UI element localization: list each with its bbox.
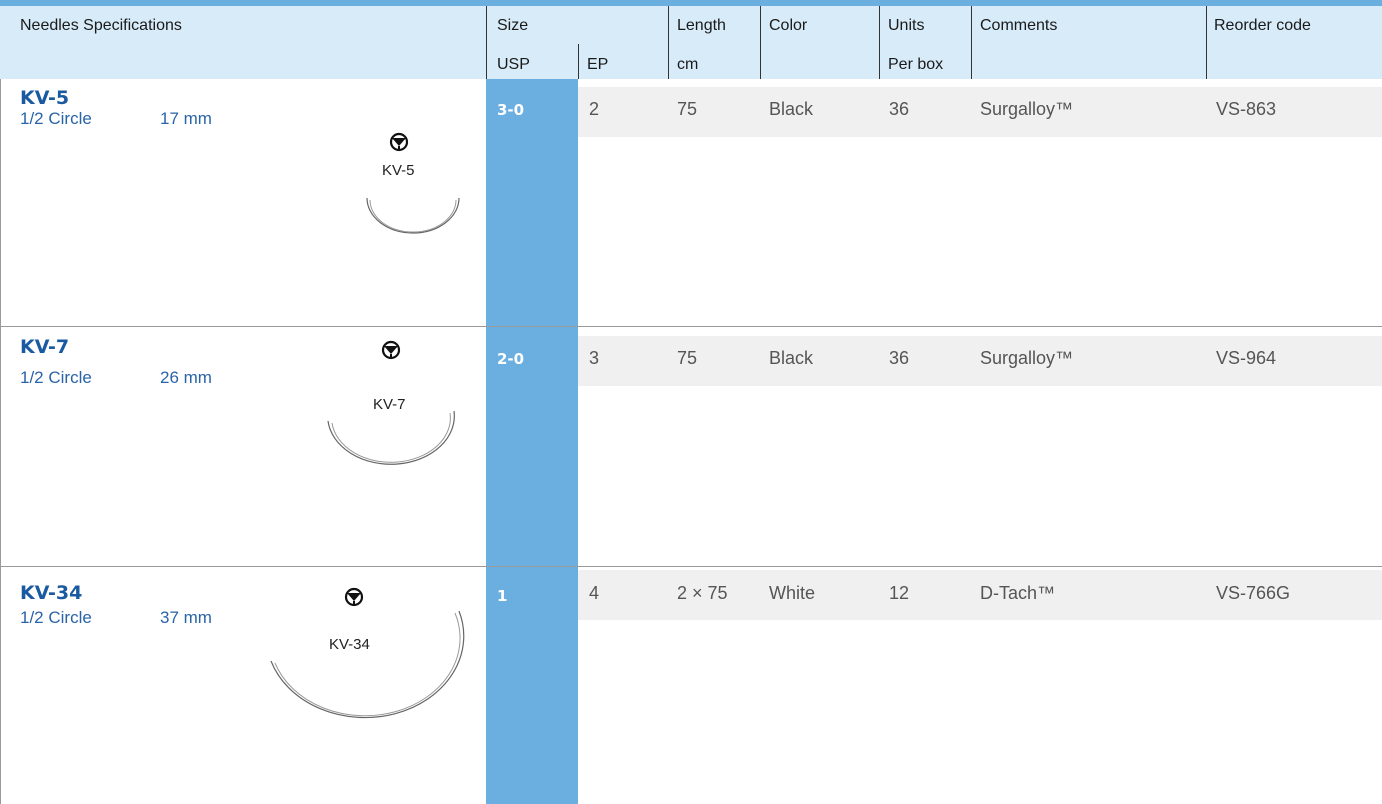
usp-value: 2-0 xyxy=(497,350,525,368)
needle-code: KV-7 xyxy=(20,336,70,358)
length-value: 75 xyxy=(677,348,698,368)
row-divider xyxy=(0,566,1382,567)
needle-illustration: KV-7 xyxy=(327,340,455,465)
needle-illustration: KV-34 xyxy=(270,587,465,719)
reorder-value: VS-863 xyxy=(1216,99,1277,119)
header-divider xyxy=(1206,6,1207,79)
header-comments: Comments xyxy=(980,17,1058,34)
header-reorder: Reorder code xyxy=(1214,17,1311,34)
header-divider xyxy=(760,6,761,79)
ep-value: 3 xyxy=(589,348,600,368)
length-value: 75 xyxy=(677,99,698,119)
needle-illustration-label: KV-7 xyxy=(373,396,406,413)
needle-code: KV-34 xyxy=(20,582,83,604)
row-divider xyxy=(0,326,1382,327)
needle-shape: 1/2 Circle xyxy=(20,608,92,627)
needle-size: 17 mm xyxy=(160,109,212,128)
length-value: 2 × 75 xyxy=(677,583,728,603)
units-value: 36 xyxy=(889,348,910,368)
comments-value: Surgalloy™ xyxy=(980,348,1074,368)
header-length-unit: cm xyxy=(677,56,699,73)
header-divider xyxy=(486,6,487,79)
header-color: Color xyxy=(769,17,808,34)
reorder-value: VS-964 xyxy=(1216,348,1277,368)
needle-size: 26 mm xyxy=(160,368,212,387)
header-divider xyxy=(971,6,972,79)
ep-value: 4 xyxy=(589,583,600,603)
reorder-value: VS-766G xyxy=(1216,583,1291,603)
header-usp: USP xyxy=(497,56,530,73)
usp-value: 3-0 xyxy=(497,101,525,119)
ep-value: 2 xyxy=(589,99,600,119)
units-value: 36 xyxy=(889,99,910,119)
cutting-needle-icon xyxy=(389,132,409,152)
header-needles-spec: Needles Specifications xyxy=(20,17,182,34)
needle-illustration: KV-5 xyxy=(366,132,460,234)
usp-value: 1 xyxy=(497,587,508,605)
units-value: 12 xyxy=(889,583,910,603)
color-value: White xyxy=(769,583,816,603)
comments-value: Surgalloy™ xyxy=(980,99,1074,119)
cutting-needle-icon xyxy=(344,587,364,607)
color-value: Black xyxy=(769,348,814,368)
header-units-sub: Per box xyxy=(888,56,944,73)
needle-size: 37 mm xyxy=(160,608,212,627)
needle-shape: 1/2 Circle xyxy=(20,368,92,387)
comments-value: D-Tach™ xyxy=(980,583,1056,603)
table-left-border xyxy=(0,79,1,804)
header-divider xyxy=(668,6,669,79)
cutting-needle-icon xyxy=(381,340,401,360)
color-value: Black xyxy=(769,99,814,119)
header-units: Units xyxy=(888,17,925,34)
needle-illustration-label: KV-5 xyxy=(382,162,415,179)
header-divider xyxy=(879,6,880,79)
needle-shape: 1/2 Circle xyxy=(20,109,92,128)
header-ep: EP xyxy=(587,56,609,73)
needle-illustration-label: KV-34 xyxy=(329,636,370,653)
needle-code: KV-5 xyxy=(20,87,70,109)
usp-column-band xyxy=(486,79,578,804)
header-divider xyxy=(578,44,579,79)
header-length: Length xyxy=(677,17,726,34)
table-header: Needles Specifications Size USP EP Lengt… xyxy=(0,6,1382,79)
header-size: Size xyxy=(497,17,529,34)
